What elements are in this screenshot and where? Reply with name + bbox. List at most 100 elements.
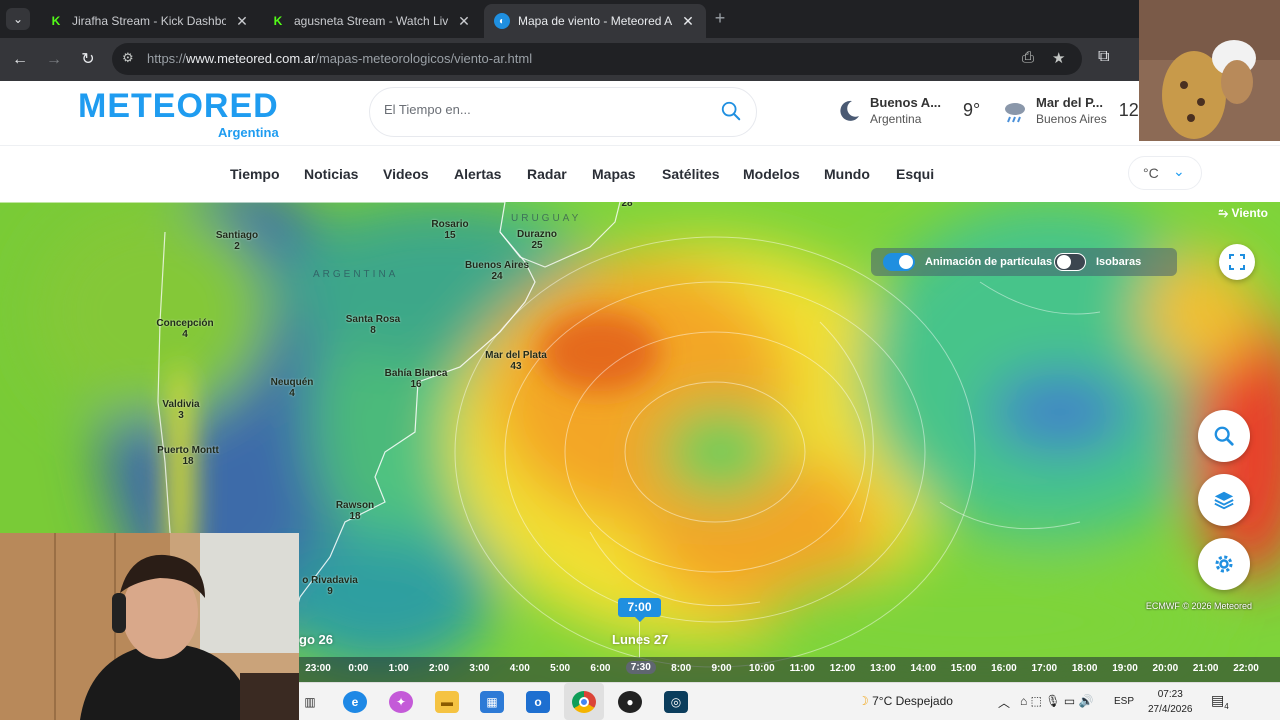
city-marker[interactable]: Rawson 18: [336, 500, 374, 522]
city-marker[interactable]: o Rivadavia 9: [302, 575, 358, 597]
unit-select[interactable]: °C ⌄: [1128, 156, 1202, 190]
language-indicator[interactable]: ESP: [1114, 696, 1134, 707]
timeline-hour[interactable]: 12:00: [830, 663, 856, 674]
new-tab-button[interactable]: +: [710, 8, 730, 29]
timeline-hour[interactable]: 4:00: [510, 663, 530, 674]
city-marker[interactable]: Concepción 4: [156, 318, 213, 340]
nav-item-noticias[interactable]: Noticias: [304, 166, 358, 182]
timeline-hour[interactable]: 18:00: [1072, 663, 1098, 674]
forward-arrow-icon[interactable]: →: [42, 48, 66, 72]
nav-item-tiempo[interactable]: Tiempo: [230, 166, 280, 182]
timeline-hour[interactable]: 23:00: [305, 663, 331, 674]
timeline-hour[interactable]: 22:00: [1233, 663, 1259, 674]
nav-item-satelites[interactable]: Satélites: [662, 166, 720, 182]
timeline-hour[interactable]: 6:00: [590, 663, 610, 674]
nav-item-mapas[interactable]: Mapas: [592, 166, 636, 182]
nav-item-modelos[interactable]: Modelos: [743, 166, 800, 182]
timeline-hour[interactable]: 2:00: [429, 663, 449, 674]
taskbar-clock[interactable]: 07:23 27/4/2026: [1148, 687, 1193, 717]
fullscreen-button[interactable]: [1219, 244, 1255, 280]
timeline-hour[interactable]: 11:00: [790, 663, 815, 674]
url-input[interactable]: ⚙ https://www.meteored.com.ar/mapas-mete…: [112, 43, 1082, 75]
nav-item-radar[interactable]: Radar: [527, 166, 567, 182]
search-icon[interactable]: [720, 100, 742, 122]
bookmark-star-icon[interactable]: ★: [1052, 49, 1065, 67]
close-tab-icon[interactable]: ✕: [234, 13, 250, 30]
timeline-hour[interactable]: 3:00: [469, 663, 489, 674]
site-info-icon[interactable]: ⚙: [122, 50, 134, 66]
weather-widget[interactable]: ☽ 7°C Despejado: [858, 694, 953, 708]
tab-mapa-de-viento[interactable]: ◐ Mapa de viento - Meteored Argentina ✕: [484, 4, 706, 38]
search-box[interactable]: [369, 87, 757, 137]
task-view-icon[interactable]: ▥: [298, 691, 322, 713]
location-buenos-aires[interactable]: Buenos A... Argentina 9°: [836, 95, 980, 126]
layer-title[interactable]: ⥲ Viento: [1219, 206, 1268, 221]
timeline-hour[interactable]: 9:00: [711, 663, 731, 674]
timeline-hour[interactable]: 10:00: [749, 663, 775, 674]
tab-agusneta-stream[interactable]: K agusneta Stream - Watch Live on Kick ✕: [260, 4, 482, 38]
store-icon[interactable]: ▦: [480, 691, 504, 713]
logo-text: METEORED: [78, 87, 279, 125]
city-marker[interactable]: Santa Rosa 8: [346, 314, 400, 336]
timeline-hour[interactable]: 19:00: [1112, 663, 1138, 674]
timeline-hour[interactable]: 14:00: [910, 663, 936, 674]
edge-icon[interactable]: e: [343, 691, 367, 713]
city-marker[interactable]: Bahía Blanca 16: [385, 368, 448, 390]
reload-icon[interactable]: ↻: [76, 48, 100, 72]
city-marker[interactable]: Neuquén 4: [271, 377, 314, 399]
city-marker[interactable]: Valdivia 3: [162, 399, 199, 421]
timeline-hour[interactable]: 5:00: [550, 663, 570, 674]
city-marker[interactable]: Rosario 15: [431, 219, 468, 241]
city-marker[interactable]: Santiago 2: [216, 230, 258, 252]
city-marker[interactable]: Buenos Aires 24: [465, 260, 529, 282]
tray-app-icons[interactable]: ⌂ ⬚ 🎙 ▭ 🔊: [1020, 694, 1093, 708]
city-marker[interactable]: Mar del Plata 43: [485, 350, 547, 372]
install-app-icon[interactable]: ⎙: [1022, 49, 1034, 66]
timeline-hour[interactable]: 0:00: [348, 663, 368, 674]
meteored-logo[interactable]: METEORED Argentina: [78, 87, 279, 140]
chrome-icon[interactable]: [572, 691, 596, 713]
timeline-hour[interactable]: 17:00: [1032, 663, 1058, 674]
back-arrow-icon[interactable]: ←: [8, 48, 32, 72]
tab-kick-dashboard[interactable]: K Jirafha Stream - Kick Dashboard ✕: [38, 4, 260, 38]
close-tab-icon[interactable]: ✕: [456, 13, 472, 30]
location-name: Buenos A...: [870, 95, 942, 110]
particles-toggle[interactable]: [883, 253, 915, 271]
zoom-search-button[interactable]: [1198, 410, 1250, 462]
address-bar-row: ← → ↻ ⚙ https://www.meteored.com.ar/mapa…: [0, 38, 1280, 81]
nav-item-videos[interactable]: Videos: [383, 166, 429, 182]
settings-button[interactable]: [1198, 538, 1250, 590]
outlook-icon[interactable]: o: [526, 691, 550, 713]
timeline-hour[interactable]: 7:30: [625, 661, 656, 674]
timeline-hour[interactable]: 8:00: [671, 663, 691, 674]
timeline-current-time[interactable]: 7:00: [618, 598, 661, 622]
wind-icon: ⥲: [1218, 206, 1232, 220]
search-input[interactable]: [384, 102, 704, 117]
city-marker[interactable]: Durazno 25: [517, 229, 557, 251]
close-tab-icon[interactable]: ✕: [680, 13, 696, 30]
copilot-icon[interactable]: ✦: [389, 691, 413, 713]
tab-search-button[interactable]: ⌄: [6, 8, 30, 30]
isobars-toggle[interactable]: [1054, 253, 1086, 271]
search-icon: [1214, 426, 1234, 446]
nav-item-mundo[interactable]: Mundo: [824, 166, 870, 182]
notification-icon[interactable]: ▤4: [1211, 692, 1229, 711]
app-icon[interactable]: ◎: [664, 691, 688, 713]
timeline-hour[interactable]: 16:00: [991, 663, 1017, 674]
layers-button[interactable]: [1198, 474, 1250, 526]
timeline-hour[interactable]: 1:00: [389, 663, 409, 674]
fullscreen-icon: [1229, 254, 1245, 270]
city-marker[interactable]: Puerto Montt 18: [157, 445, 219, 467]
timeline-hour[interactable]: 13:00: [870, 663, 896, 674]
file-explorer-icon[interactable]: ▬: [435, 691, 459, 713]
tab-title: Jirafha Stream - Kick Dashboard: [72, 14, 226, 28]
tray-expand-icon[interactable]: ︿: [998, 694, 1010, 711]
nav-item-esqui[interactable]: Esqui: [896, 166, 934, 182]
obs-icon[interactable]: ●: [618, 691, 642, 713]
timeline-hour[interactable]: 20:00: [1153, 663, 1179, 674]
timeline-hour[interactable]: 21:00: [1193, 663, 1219, 674]
extensions-icon[interactable]: ⧉: [1098, 48, 1109, 66]
nav-item-alertas[interactable]: Alertas: [454, 166, 501, 182]
timeline-hour[interactable]: 15:00: [951, 663, 977, 674]
location-mar-del-plata[interactable]: Mar del P... Buenos Aires 12: [1002, 95, 1139, 126]
